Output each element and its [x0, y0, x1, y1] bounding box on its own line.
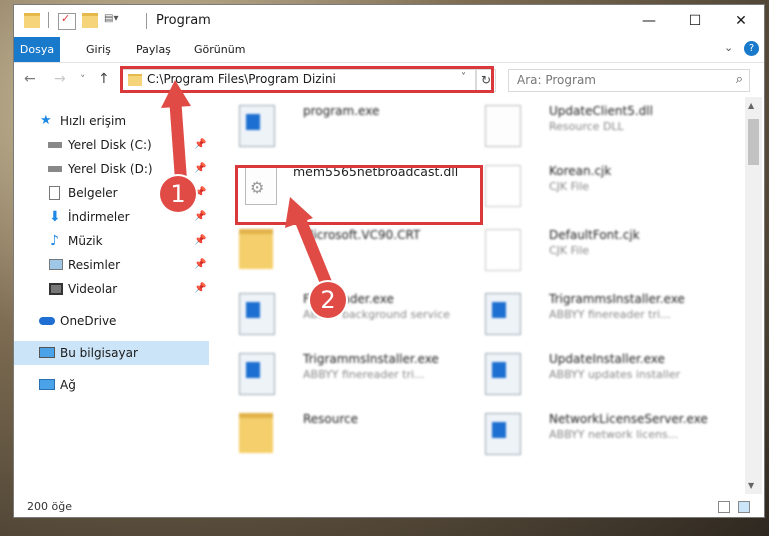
arrow-1-shaft: [169, 91, 187, 186]
step-badge-2: 2: [310, 282, 346, 318]
step-badge-1: 1: [160, 176, 196, 212]
annotation-arrows: [161, 80, 335, 296]
arrow-2-shaft: [292, 208, 335, 296]
arrow-1-head: [161, 80, 191, 108]
